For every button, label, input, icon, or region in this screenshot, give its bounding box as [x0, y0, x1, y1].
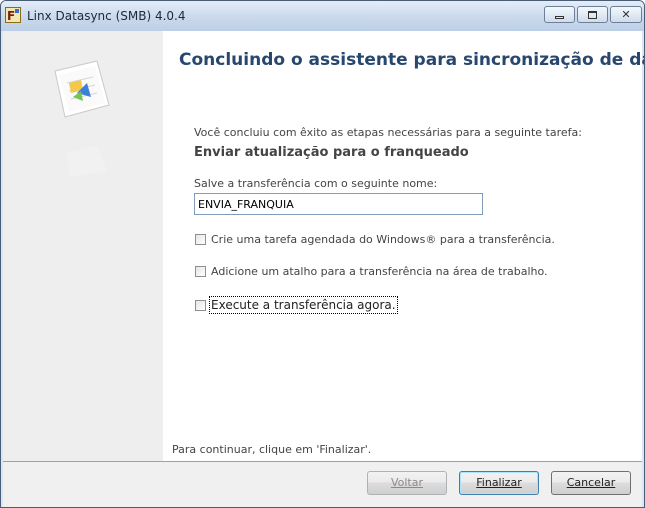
page-title: Concluindo o assistente para sincronizaç…	[179, 50, 645, 70]
maximize-button[interactable]	[577, 6, 608, 23]
run-now-label: Execute a transferência agora.	[209, 296, 398, 314]
schedule-task-checkbox[interactable]	[195, 234, 206, 245]
title-bar[interactable]: F Linx Datasync (SMB) 4.0.4 ✕	[1, 1, 644, 31]
svg-text:F: F	[7, 9, 15, 23]
continue-hint: Para continuar, clique em 'Finalizar'.	[172, 443, 372, 456]
wizard-page: Concluindo o assistente para sincronizaç…	[3, 31, 645, 461]
desktop-shortcut-checkbox[interactable]	[195, 266, 206, 277]
desktop-shortcut-option[interactable]: Adicione um atalho para a transferência …	[195, 265, 548, 278]
close-button[interactable]: ✕	[610, 6, 642, 23]
intro-text: Você concluiu com êxito as etapas necess…	[194, 126, 582, 139]
finish-button[interactable]: Finalizar	[459, 471, 539, 495]
schedule-task-label: Crie uma tarefa agendada do Windows® par…	[211, 233, 555, 246]
app-icon: F	[5, 7, 21, 23]
wizard-sidebar	[3, 31, 163, 461]
close-icon: ✕	[621, 8, 631, 21]
app-window: F Linx Datasync (SMB) 4.0.4 ✕ Concluindo…	[0, 0, 645, 508]
run-now-option[interactable]: Execute a transferência agora.	[195, 296, 398, 314]
document-sync-icon	[54, 60, 110, 177]
back-button[interactable]: Voltar	[367, 471, 447, 495]
button-bar: Voltar Finalizar Cancelar	[3, 462, 642, 507]
schedule-task-option[interactable]: Crie uma tarefa agendada do Windows® par…	[195, 233, 555, 246]
minimize-icon	[555, 15, 564, 19]
maximize-icon	[588, 10, 597, 19]
task-name: Enviar atualização para o franqueado	[194, 145, 469, 160]
window-title: Linx Datasync (SMB) 4.0.4	[27, 9, 186, 23]
minimize-button[interactable]	[544, 6, 575, 23]
save-name-label: Salve a transferência com o seguinte nom…	[194, 177, 438, 190]
cancel-button[interactable]: Cancelar	[551, 471, 631, 495]
run-now-checkbox[interactable]	[195, 299, 206, 311]
transfer-name-input[interactable]	[194, 193, 483, 215]
desktop-shortcut-label: Adicione um atalho para a transferência …	[211, 265, 548, 278]
